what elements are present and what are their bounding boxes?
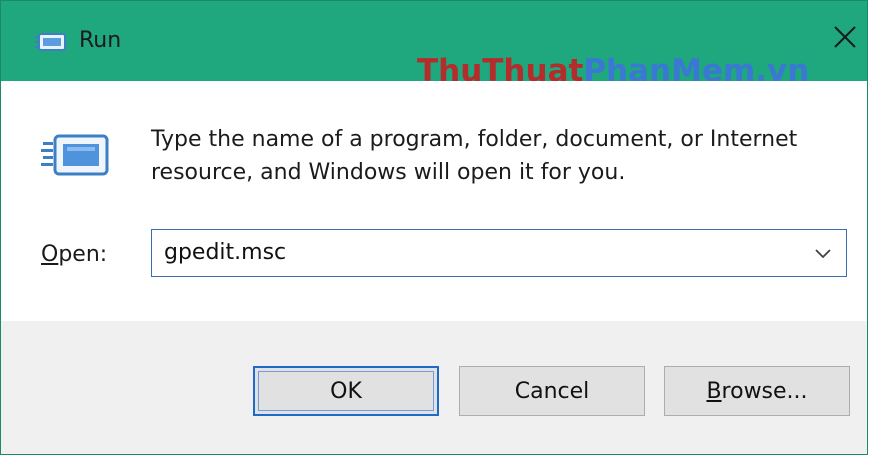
browse-button[interactable]: Browse... xyxy=(664,366,850,416)
chevron-down-icon[interactable] xyxy=(812,243,834,263)
cancel-button-label: Cancel xyxy=(514,378,590,404)
browse-button-label: Browse... xyxy=(706,379,807,404)
browse-accelerator: B xyxy=(706,378,722,404)
close-icon xyxy=(833,25,857,53)
open-combobox[interactable] xyxy=(151,229,847,277)
dialog-description: Type the name of a program, folder, docu… xyxy=(151,127,798,185)
browse-label-text: rowse... xyxy=(721,378,808,404)
run-dialog: Run ThuThuatPhanMem.vn Type the name of … xyxy=(0,0,868,455)
close-button[interactable] xyxy=(825,19,865,59)
open-label-accelerator: O xyxy=(41,242,59,267)
run-icon xyxy=(35,32,67,52)
focus-ring xyxy=(258,371,434,411)
open-label-text: pen: xyxy=(58,242,108,267)
dialog-content: Type the name of a program, folder, docu… xyxy=(1,81,867,321)
run-program-icon xyxy=(41,132,111,178)
ok-button[interactable]: OK xyxy=(253,366,439,416)
window-title: Run xyxy=(79,28,122,53)
cancel-button[interactable]: Cancel xyxy=(459,366,645,416)
open-label: Open: xyxy=(41,241,107,269)
button-bar: OK Cancel Browse... xyxy=(1,321,867,454)
open-input[interactable] xyxy=(164,230,784,276)
